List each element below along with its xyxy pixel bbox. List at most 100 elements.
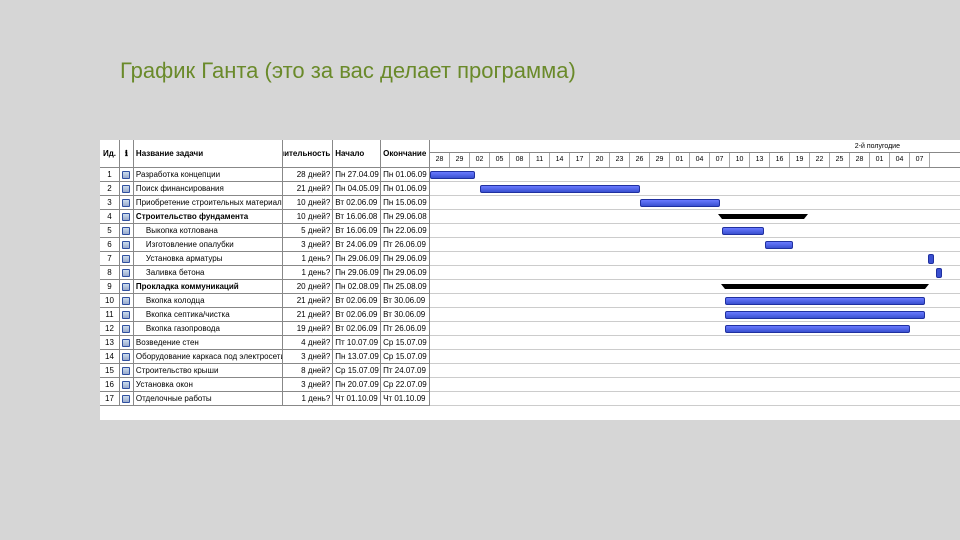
task-grid: Ид. ℹ Название задачи Длительность Начал… [100,140,430,406]
cell-id: 13 [100,336,120,349]
table-row[interactable]: 3Приобретение строительных материалов10 … [100,196,429,210]
cell-end: Ср 15.07.09 [381,336,429,349]
cell-info [120,196,134,209]
day-label: 26 [630,153,650,167]
table-row[interactable]: 4Строительство фундамента10 дней?Вт 16.0… [100,210,429,224]
cell-info [120,378,134,391]
cell-id: 11 [100,308,120,321]
task-info-icon [122,171,130,179]
cell-name: Изготовление опалубки [134,238,284,251]
day-label: 19 [790,153,810,167]
col-id[interactable]: Ид. [100,140,120,167]
chart-row [430,168,960,182]
cell-info [120,182,134,195]
cell-id: 5 [100,224,120,237]
task-info-icon [122,199,130,207]
chart-row [430,266,960,280]
col-start[interactable]: Начало [333,140,381,167]
cell-end: Ср 22.07.09 [381,378,429,391]
gantt-bar[interactable] [722,227,764,235]
table-row[interactable]: 9Прокладка коммуникаций20 дней?Пн 02.08.… [100,280,429,294]
chart-row [430,392,960,406]
cell-id: 8 [100,266,120,279]
cell-duration: 28 дней? [283,168,333,181]
chart-row [430,350,960,364]
cell-info [120,308,134,321]
table-row[interactable]: 12Вкопка газопровода19 дней?Вт 02.06.09П… [100,322,429,336]
gantt-bar[interactable] [640,199,720,207]
gantt-summary-bar[interactable] [725,284,925,289]
task-info-icon [122,353,130,361]
table-row[interactable]: 15Строительство крыши8 дней?Ср 15.07.09П… [100,364,429,378]
cell-info [120,168,134,181]
chart-row [430,182,960,196]
table-row[interactable]: 6Изготовление опалубки3 дней?Вт 24.06.09… [100,238,429,252]
cell-duration: 20 дней? [283,280,333,293]
gantt-panel: Ид. ℹ Название задачи Длительность Начал… [100,140,960,420]
cell-info [120,392,134,405]
day-label: 14 [550,153,570,167]
table-row[interactable]: 14Оборудование каркаса под электросети3 … [100,350,429,364]
info-header-icon: ℹ [125,149,128,158]
table-row[interactable]: 7Установка арматуры1 день?Пн 29.06.09Пн … [100,252,429,266]
gantt-milestone[interactable] [936,268,942,278]
gantt-summary-bar[interactable] [722,214,804,219]
cell-duration: 3 дней? [283,350,333,363]
cell-end: Пт 26.06.09 [381,238,429,251]
cell-end: Пн 15.06.09 [381,196,429,209]
chart-row [430,210,960,224]
day-label: 29 [650,153,670,167]
table-row[interactable]: 17Отделочные работы1 день?Чт 01.10.09Чт … [100,392,429,406]
table-row[interactable]: 11Вкопка септика/чистка21 дней?Вт 02.06.… [100,308,429,322]
day-label: 10 [730,153,750,167]
cell-duration: 3 дней? [283,238,333,251]
cell-end: Пт 26.06.09 [381,322,429,335]
day-label: 13 [750,153,770,167]
table-row[interactable]: 8Заливка бетона1 день?Пн 29.06.09Пн 29.0… [100,266,429,280]
gantt-bar[interactable] [430,171,475,179]
cell-duration: 21 дней? [283,308,333,321]
gantt-bar[interactable] [725,325,910,333]
gantt-milestone[interactable] [928,254,934,264]
cell-start: Вт 02.06.09 [333,196,381,209]
table-row[interactable]: 13Возведение стен4 дней?Пт 10.07.09Ср 15… [100,336,429,350]
chart-row [430,280,960,294]
gantt-bar[interactable] [480,185,640,193]
col-duration[interactable]: Длительность [283,140,333,167]
day-label: 22 [810,153,830,167]
gantt-bar[interactable] [725,297,925,305]
col-info[interactable]: ℹ [120,140,134,167]
cell-duration: 10 дней? [283,210,333,223]
table-row[interactable]: 2Поиск финансирования21 дней?Пн 04.05.09… [100,182,429,196]
cell-id: 15 [100,364,120,377]
cell-start: Пн 04.05.09 [333,182,381,195]
page-title: График Ганта (это за вас делает программ… [120,58,576,84]
table-row[interactable]: 10Вкопка колодца21 дней?Вт 02.06.09Вт 30… [100,294,429,308]
day-label: 08 [510,153,530,167]
chart-row [430,224,960,238]
cell-end: Пн 29.06.09 [381,266,429,279]
slide: График Ганта (это за вас делает программ… [0,0,960,540]
chart-row [430,364,960,378]
day-label: 05 [490,153,510,167]
cell-start: Пн 20.07.09 [333,378,381,391]
table-row[interactable]: 1Разработка концепции28 дней?Пн 27.04.09… [100,168,429,182]
cell-start: Пн 29.06.09 [333,266,381,279]
cell-id: 9 [100,280,120,293]
day-label: 11 [530,153,550,167]
cell-duration: 21 дней? [283,294,333,307]
gantt-bar[interactable] [725,311,925,319]
gantt-bar[interactable] [765,241,793,249]
cell-name: Выкопка котлована [134,224,284,237]
table-row[interactable]: 16Установка окон3 дней?Пн 20.07.09Ср 22.… [100,378,429,392]
cell-duration: 21 дней? [283,182,333,195]
table-row[interactable]: 5Выкопка котлована5 дней?Вт 16.06.09Пн 2… [100,224,429,238]
col-name[interactable]: Название задачи [134,140,284,167]
day-label: 28 [430,153,450,167]
task-info-icon [122,325,130,333]
col-end[interactable]: Окончание [381,140,429,167]
day-label: 16 [770,153,790,167]
cell-end: Чт 01.10.09 [381,392,429,405]
cell-name: Вкопка септика/чистка [134,308,284,321]
cell-info [120,350,134,363]
